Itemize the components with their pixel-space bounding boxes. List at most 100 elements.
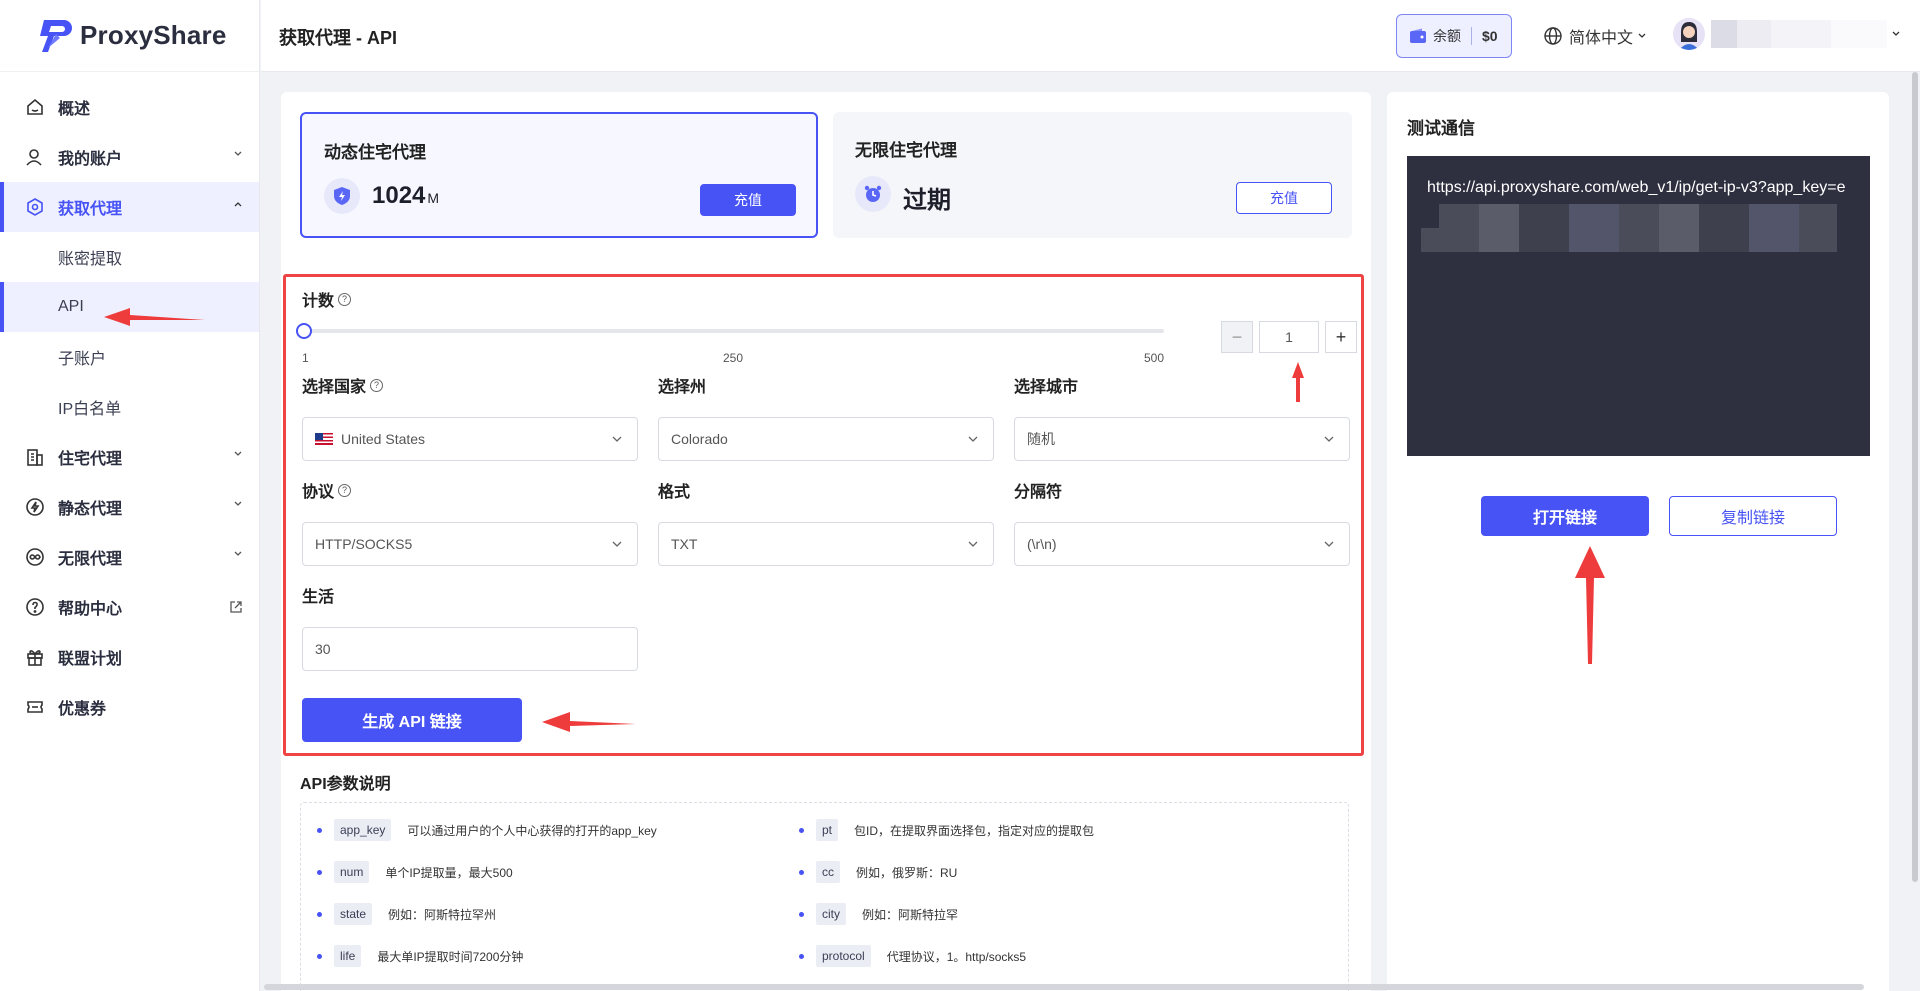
logo-icon (40, 19, 72, 52)
param-key: protocol (816, 945, 871, 967)
sidebar-item-label: 无限代理 (58, 551, 123, 568)
param-desc: 代理协议，1。http/socks5 (886, 949, 1027, 964)
param-desc: 可以通过用户的个人中心获得的打开的app_key (407, 823, 657, 838)
country-value: United States (341, 431, 426, 447)
sidebar-item-label: 获取代理 (58, 201, 123, 218)
horizontal-scrollbar[interactable] (264, 984, 1864, 990)
increment-button[interactable]: + (1325, 321, 1357, 353)
recharge-button[interactable]: 充值 (700, 184, 796, 216)
sidebar-item-label: 概述 (58, 101, 91, 118)
count-slider[interactable] (296, 323, 1164, 339)
recharge-button[interactable]: 充值 (1236, 182, 1332, 214)
decrement-button[interactable]: − (1221, 321, 1253, 353)
sidebar-item-residential[interactable]: 住宅代理 (0, 432, 259, 482)
sidebar-item-help[interactable]: 帮助中心 (0, 582, 259, 632)
param-desc: 最大单IP提取时间7200分钟 (377, 949, 524, 964)
city-select[interactable]: 随机 (1014, 417, 1350, 461)
sidebar-sub-credentials[interactable]: 账密提取 (0, 232, 259, 282)
city-value: 随机 (1027, 431, 1055, 447)
sidebar-item-overview[interactable]: 概述 (0, 82, 259, 132)
help-icon (24, 596, 46, 618)
logo[interactable]: ProxyShare (0, 0, 259, 72)
target-icon (24, 196, 46, 218)
bullet (799, 911, 804, 917)
bullet (317, 911, 322, 917)
help-icon[interactable]: ? (370, 378, 384, 392)
bullet (317, 827, 322, 833)
protocol-label: 协议? (302, 478, 352, 502)
open-link-button[interactable]: 打开链接 (1481, 496, 1649, 536)
avatar (1673, 18, 1705, 50)
param-key: cc (816, 861, 840, 883)
param-item: state 例如：阿斯特拉罕州 (317, 903, 496, 925)
city-label: 选择城市 (1014, 379, 1079, 396)
bullet (799, 869, 804, 875)
sidebar-item-label: IP白名单 (58, 401, 122, 418)
copy-link-button[interactable]: 复制链接 (1669, 496, 1837, 536)
globe-icon (1544, 27, 1562, 45)
sidebar-sub-api[interactable]: API (0, 282, 259, 332)
user-menu[interactable] (1673, 18, 1901, 50)
sidebar-item-get-proxy[interactable]: 获取代理 (0, 182, 259, 232)
life-input[interactable]: 30 (302, 627, 638, 671)
sidebar-item-unlimited[interactable]: 无限代理 (0, 532, 259, 582)
country-select[interactable]: United States (302, 417, 638, 461)
param-key: city (816, 903, 846, 925)
format-select[interactable]: TXT (658, 522, 994, 566)
api-url-text: https://api.proxyshare.com/web_v1/ip/get… (1427, 179, 1846, 196)
protocol-select[interactable]: HTTP/SOCKS5 (302, 522, 638, 566)
protocol-label-text: 协议 (302, 484, 335, 501)
sidebar-sub-ip-whitelist[interactable]: IP白名单 (0, 382, 259, 432)
language-selector[interactable]: 简体中文 (1543, 24, 1647, 48)
sidebar-item-label: 帮助中心 (58, 601, 123, 618)
plan-dynamic-residential[interactable]: 动态住宅代理 1024 M 充值 (300, 112, 818, 238)
sidebar-item-affiliate[interactable]: 联盟计划 (0, 632, 259, 682)
help-icon[interactable]: ? (338, 483, 352, 497)
param-desc: 包ID，在提取界面选择包，指定对应的提取包 (854, 823, 1095, 838)
sidebar-item-label: 静态代理 (58, 501, 123, 518)
bolt-icon (24, 496, 46, 518)
separator-select[interactable]: (\r\n) (1014, 522, 1350, 566)
param-item: num 单个IP提取量，最大500 (317, 861, 513, 883)
coupon-icon (24, 696, 46, 718)
param-item: cc 例如，俄罗斯：RU (799, 861, 957, 883)
annotation-arrow-count (1292, 362, 1304, 402)
count-input[interactable]: 1 (1259, 321, 1319, 353)
slider-handle[interactable] (296, 323, 312, 339)
api-params-title: API参数说明 (300, 776, 391, 793)
api-url-output[interactable]: https://api.proxyshare.com/web_v1/ip/get… (1407, 156, 1870, 456)
proxy-card: 动态住宅代理 1024 M 充值 无限住宅代理 过期 充值 计数? 1 250 5… (281, 92, 1371, 991)
param-key: num (334, 861, 370, 883)
us-flag-icon (315, 433, 333, 445)
sidebar-sub-subaccount[interactable]: 子账户 (0, 332, 259, 382)
sidebar-item-static[interactable]: 静态代理 (0, 482, 259, 532)
api-form: 计数? 1 250 500 − 1 + 选择国家? 选择州 选择城市 Unite… (283, 274, 1364, 756)
balance-badge[interactable]: 余额 $0 (1396, 14, 1512, 58)
external-link-icon (230, 601, 242, 613)
plan-title: 动态住宅代理 (324, 143, 426, 162)
country-label: 选择国家? (302, 373, 384, 397)
chevron-down-icon (612, 436, 622, 442)
separator-value: (\r\n) (1027, 536, 1057, 552)
sidebar-item-account[interactable]: 我的账户 (0, 132, 259, 182)
building-icon (24, 446, 46, 468)
api-params-box: app_key 可以通过用户的个人中心获得的打开的app_key pt 包ID，在提… (300, 802, 1349, 991)
state-select[interactable]: Colorado (658, 417, 994, 461)
brand-name: ProxyShare (80, 20, 227, 50)
annotation-arrow-generate (542, 712, 636, 732)
param-item: app_key 可以通过用户的个人中心获得的打开的app_key (317, 819, 657, 841)
param-item: pt 包ID，在提取界面选择包，指定对应的提取包 (799, 819, 1094, 841)
sidebar-item-label: 子账户 (58, 351, 107, 368)
plan-traffic-unit: M (427, 190, 440, 206)
plan-traffic-value: 1024 (372, 182, 426, 209)
user-name-redacted (1711, 20, 1887, 48)
help-icon[interactable]: ? (338, 292, 352, 306)
vertical-scrollbar[interactable] (1912, 72, 1918, 882)
generate-api-link-button[interactable]: 生成 API 链接 (302, 698, 522, 742)
param-key: state (334, 903, 373, 925)
plan-unlimited-residential[interactable]: 无限住宅代理 过期 充值 (833, 112, 1352, 238)
separator-label: 分隔符 (1014, 484, 1063, 501)
language-label: 简体中文 (1569, 30, 1634, 47)
test-card: 测试通信 https://api.proxyshare.com/web_v1/i… (1387, 92, 1889, 991)
sidebar-item-coupons[interactable]: 优惠券 (0, 682, 259, 732)
